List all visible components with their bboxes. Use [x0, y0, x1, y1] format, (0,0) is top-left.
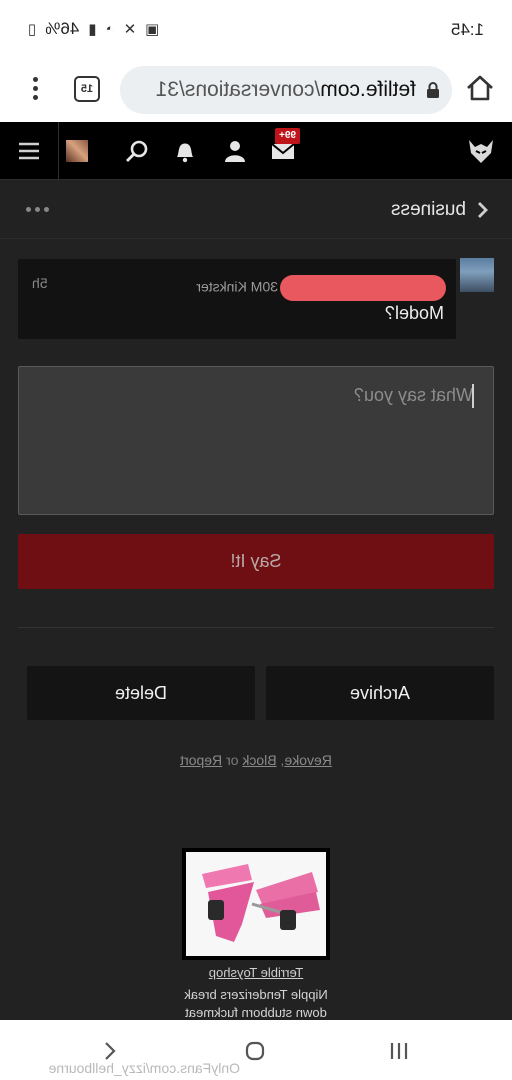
menu-icon[interactable] — [16, 138, 42, 164]
divider — [18, 627, 494, 628]
conversation-title[interactable]: business — [391, 199, 466, 221]
message-timestamp: 5h — [32, 275, 48, 291]
recent-apps-icon[interactable] — [386, 1038, 412, 1064]
wifi-icon: ◔ — [105, 20, 115, 38]
message-text: Model? — [384, 303, 444, 323]
message-bubble: 30M Kinkster 5h Model? — [18, 259, 456, 339]
revoke-link[interactable]: Revoke — [284, 752, 331, 768]
message-author[interactable]: 30M Kinkster — [196, 275, 446, 301]
status-icons: ▣ ✕ ◔ ▮ 46% ▯ — [28, 19, 159, 39]
browser-menu-icon[interactable] — [30, 74, 42, 106]
sender-avatar[interactable] — [460, 258, 494, 292]
browser-toolbar: fetlife.com/conversations/31 15 — [0, 60, 512, 122]
reply-textarea[interactable] — [18, 366, 494, 515]
redacted-username — [280, 275, 446, 301]
ad-description: Nipple Tenderizers break down stubborn f… — [184, 987, 328, 1020]
or-separator: or — [222, 752, 243, 768]
mute-icon: ✕ — [123, 21, 137, 38]
url-path: /conversations/31 — [155, 78, 321, 101]
author-details: 30M Kinkster — [196, 278, 278, 295]
notifications-bell-icon[interactable] — [172, 138, 198, 164]
profile-avatar[interactable] — [66, 140, 88, 162]
home-circle-icon[interactable] — [242, 1038, 268, 1064]
lock-icon — [427, 82, 439, 98]
moderation-links: Revoke, Block or Report — [0, 752, 512, 768]
watermark-text: OnlyFans.com/izzy_hellbourne — [48, 1060, 240, 1076]
say-it-button[interactable]: Say It! — [18, 534, 494, 589]
battery-icon: ▯ — [28, 21, 37, 38]
battery-percent: 46% — [45, 19, 80, 38]
block-link[interactable]: Block — [242, 752, 276, 768]
conversation-options-icon[interactable] — [26, 207, 49, 212]
ad-image[interactable] — [182, 848, 330, 960]
address-bar[interactable]: fetlife.com/conversations/31 — [120, 66, 452, 114]
archive-button[interactable]: Archive — [266, 666, 494, 720]
fetlife-logo-icon[interactable] — [466, 136, 496, 166]
signal-icon: ▮ — [88, 21, 97, 38]
back-chevron-icon[interactable] — [476, 201, 490, 219]
status-bar: 1:45 ▣ ✕ ◔ ▮ 46% ▯ — [0, 0, 512, 60]
comma-separator: , — [276, 752, 285, 768]
search-icon[interactable] — [124, 138, 150, 164]
home-icon[interactable] — [464, 72, 496, 104]
conversation-header: business — [0, 181, 512, 239]
messages-badge: 99+ — [275, 128, 300, 144]
report-link[interactable]: Report — [180, 752, 222, 768]
tab-switcher-button[interactable]: 15 — [74, 76, 100, 102]
nav-divider — [58, 122, 59, 180]
delete-button[interactable]: Delete — [27, 666, 255, 720]
ad-shop-link[interactable]: Terrible Toyshop — [0, 965, 512, 980]
text-cursor — [472, 384, 474, 408]
url-host: fetlife.com — [320, 78, 416, 101]
people-icon[interactable] — [222, 138, 248, 164]
gallery-icon: ▣ — [145, 21, 160, 38]
app-navbar: 99+ — [0, 122, 512, 180]
product-clip-graphic — [186, 852, 326, 956]
status-time: 1:45 — [450, 20, 484, 39]
